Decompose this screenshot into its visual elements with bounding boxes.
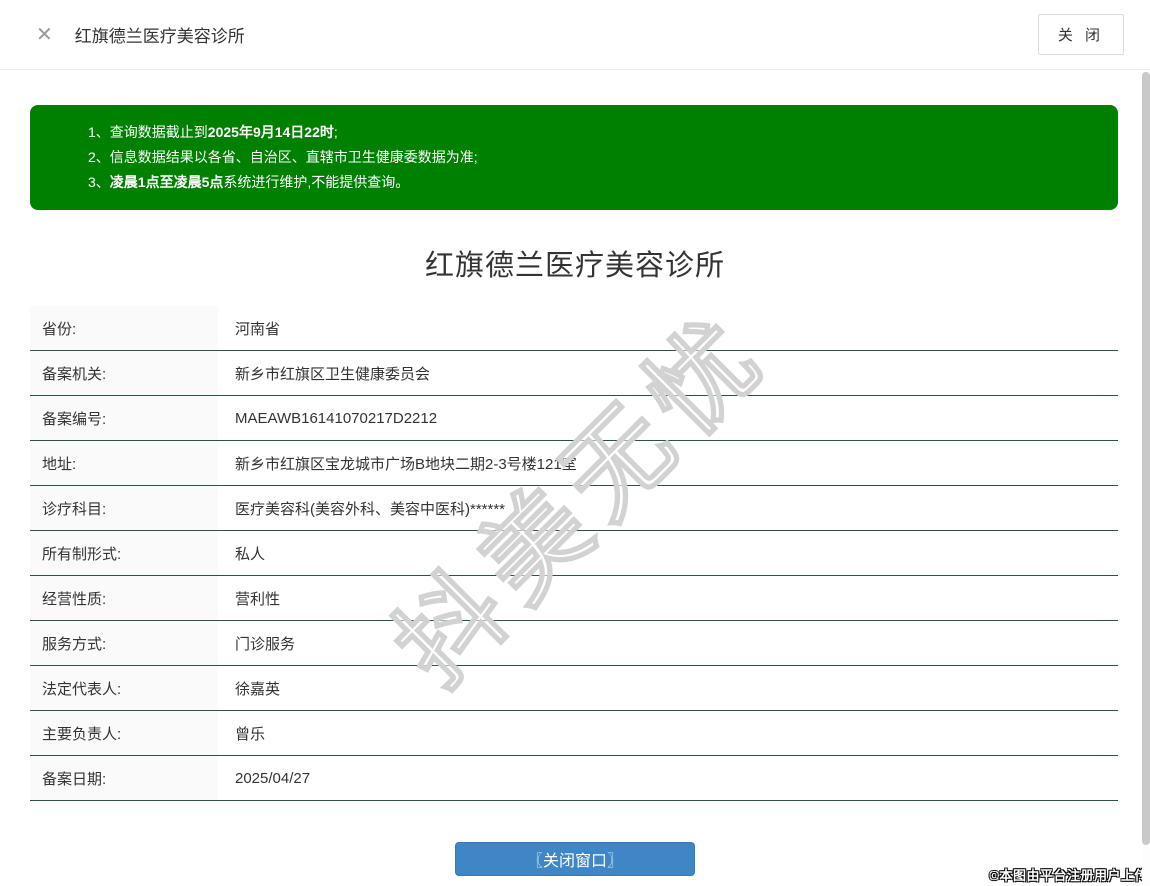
row-value: 新乡市红旗区卫生健康委员会 — [218, 351, 1118, 395]
row-label: 所有制形式: — [30, 531, 218, 575]
table-row: 备案机关: 新乡市红旗区卫生健康委员会 — [30, 351, 1118, 396]
clinic-title: 红旗德兰医疗美容诊所 — [424, 250, 725, 282]
row-label: 备案日期: — [30, 756, 218, 800]
notice-line-number: 1、 — [88, 124, 110, 140]
info-table: 省份: 河南省 备案机关: 新乡市红旗区卫生健康委员会 备案编号: MAEAWB… — [30, 306, 1118, 801]
notice-line: 3、凌晨1点至凌晨5点系统进行维护,不能提供查询。 — [88, 170, 1098, 195]
table-row: 服务方式: 门诊服务 — [30, 621, 1118, 666]
table-row: 备案编号: MAEAWB16141070217D2212 — [30, 396, 1118, 441]
close-window-button[interactable]: 〖关闭窗口〗 — [455, 842, 695, 876]
table-row: 省份: 河南省 — [30, 306, 1118, 351]
window-title: 红旗德兰医疗美容诊所 — [74, 27, 245, 46]
notice-banner: 1、查询数据截止到2025年9月14日22时; 2、信息数据结果以各省、自治区、… — [30, 105, 1118, 210]
notice-line-text-post: ; — [333, 124, 338, 140]
row-label: 经营性质: — [30, 576, 218, 620]
close-button[interactable]: 关 闭 — [1037, 14, 1124, 55]
row-value: MAEAWB16141070217D2212 — [218, 396, 1118, 440]
notice-line-text-post: 系统进行维护,不能提供查询。 — [223, 174, 410, 190]
table-row: 所有制形式: 私人 — [30, 531, 1118, 576]
row-value: 新乡市红旗区宝龙城市广场B地块二期2-3号楼121室 — [218, 441, 1118, 485]
row-label: 法定代表人: — [30, 666, 218, 710]
row-value: 营利性 — [218, 576, 1118, 620]
footer-button-area: 〖关闭窗口〗 — [0, 842, 1150, 876]
page: ✕ 红旗德兰医疗美容诊所 关 闭 1、查询数据截止到2025年9月14日22时;… — [0, 0, 1150, 886]
notice-line-bold: 凌晨1点至凌晨5点 — [109, 174, 224, 190]
row-label: 地址: — [30, 441, 218, 485]
table-row: 备案日期: 2025/04/27 — [30, 756, 1118, 801]
row-label: 省份: — [30, 306, 218, 350]
row-value: 河南省 — [218, 306, 1118, 350]
notice-line: 1、查询数据截止到2025年9月14日22时; — [88, 120, 1098, 145]
scrollbar-track[interactable] — [1142, 70, 1150, 886]
row-label: 备案编号: — [30, 396, 218, 440]
close-x-icon[interactable]: ✕ — [36, 25, 53, 45]
table-row: 诊疗科目: 医疗美容科(美容外科、美容中医科)****** — [30, 486, 1118, 531]
row-value: 私人 — [218, 531, 1118, 575]
table-row: 法定代表人: 徐嘉英 — [30, 666, 1118, 711]
row-value: 门诊服务 — [218, 621, 1118, 665]
notice-line-number: 2、 — [88, 149, 110, 165]
row-label: 服务方式: — [30, 621, 218, 665]
scrollbar-thumb[interactable] — [1142, 72, 1150, 845]
row-label: 诊疗科目: — [30, 486, 218, 530]
table-row: 地址: 新乡市红旗区宝龙城市广场B地块二期2-3号楼121室 — [30, 441, 1118, 486]
notice-line-text: 信息数据结果以各省、自治区、直辖市卫生健康委数据为准; — [109, 149, 478, 165]
table-row: 经营性质: 营利性 — [30, 576, 1118, 621]
notice-line-text: 查询数据截止到 — [109, 124, 208, 140]
notice-line-bold: 2025年9月14日22时 — [207, 124, 334, 140]
notice-line-number: 3、 — [88, 174, 110, 190]
row-value: 曾乐 — [218, 711, 1118, 755]
row-label: 主要负责人: — [30, 711, 218, 755]
row-value: 医疗美容科(美容外科、美容中医科)****** — [218, 486, 1118, 530]
copyright-watermark: ©本图由平台注册用户上传 — [989, 868, 1148, 883]
row-value: 徐嘉英 — [218, 666, 1118, 710]
table-row: 主要负责人: 曾乐 — [30, 711, 1118, 756]
row-label: 备案机关: — [30, 351, 218, 395]
notice-line: 2、信息数据结果以各省、自治区、直辖市卫生健康委数据为准; — [88, 145, 1098, 170]
window-header: ✕ 红旗德兰医疗美容诊所 关 闭 — [0, 0, 1150, 70]
row-value: 2025/04/27 — [218, 756, 1118, 800]
